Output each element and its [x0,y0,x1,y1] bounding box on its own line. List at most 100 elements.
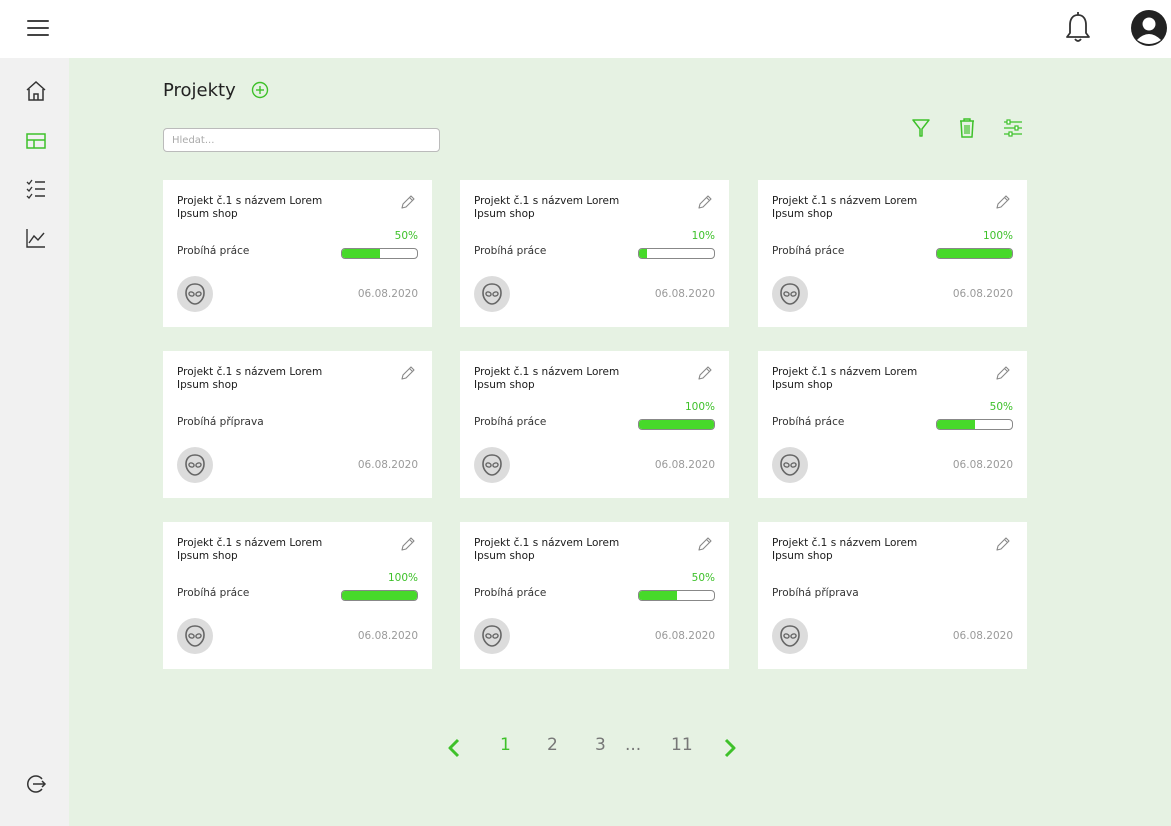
home-icon[interactable] [25,80,47,102]
project-card[interactable]: Projekt č.1 s názvem Lorem Ipsum shop Pro… [163,351,432,498]
alien-avatar-icon [474,447,510,483]
pencil-edit-icon[interactable] [697,194,713,210]
project-date: 06.08.2020 [654,288,715,300]
page-title: Projekty [163,80,236,101]
alien-avatar-icon [772,447,808,483]
progress-percent: 100% [982,230,1013,242]
project-title: Projekt č.1 s názvem Lorem Ipsum shop [772,366,918,391]
project-card[interactable]: Projekt č.1 s názvem Lorem Ipsum shop 100… [758,180,1027,327]
chevron-left-icon[interactable] [447,738,461,758]
project-status: Probíhá práce [177,245,250,257]
page-link-3[interactable]: 3 [595,735,606,755]
project-status: Probíhá příprava [772,587,859,599]
project-card[interactable]: Projekt č.1 s názvem Lorem Ipsum shop 100… [163,522,432,669]
page-link-2[interactable]: 2 [547,735,558,755]
logout-icon[interactable] [25,773,47,795]
pencil-edit-icon[interactable] [697,536,713,552]
project-status: Probíhá práce [474,416,547,428]
project-date: 06.08.2020 [952,630,1013,642]
project-date: 06.08.2020 [357,630,418,642]
progress-bar [341,248,418,259]
alien-avatar-icon [177,447,213,483]
progress-percent: 100% [684,401,715,413]
project-title: Projekt č.1 s názvem Lorem Ipsum shop [177,195,323,220]
project-title: Projekt č.1 s názvem Lorem Ipsum shop [474,537,620,562]
project-title: Projekt č.1 s názvem Lorem Ipsum shop [772,537,918,562]
project-date: 06.08.2020 [654,630,715,642]
progress-percent: 100% [387,572,418,584]
project-card[interactable]: Projekt č.1 s názvem Lorem Ipsum shop 50%… [460,522,729,669]
project-card[interactable]: Projekt č.1 s názvem Lorem Ipsum shop 50%… [163,180,432,327]
project-date: 06.08.2020 [357,459,418,471]
progress-percent: 50% [691,572,715,584]
user-avatar-icon[interactable] [1131,10,1167,46]
project-title: Projekt č.1 s názvem Lorem Ipsum shop [177,366,323,391]
progress-bar-fill [937,420,975,429]
project-status: Probíhá příprava [177,416,264,428]
project-date: 06.08.2020 [357,288,418,300]
hamburger-icon[interactable] [27,20,49,38]
plus-circle-icon[interactable] [251,81,269,99]
project-title: Projekt č.1 s názvem Lorem Ipsum shop [474,366,620,391]
project-date: 06.08.2020 [654,459,715,471]
project-date: 06.08.2020 [952,288,1013,300]
progress-bar-fill [639,591,677,600]
sidebar [0,58,69,826]
settings-sliders-icon[interactable] [1002,117,1024,139]
progress-bar-fill [342,249,380,258]
progress-bar [638,419,715,430]
pagination: 1 2 3 ... 11 [447,735,747,761]
progress-bar [341,590,418,601]
filter-icon[interactable] [910,117,932,139]
pencil-edit-icon[interactable] [995,536,1011,552]
progress-bar [638,248,715,259]
project-card[interactable]: Projekt č.1 s názvem Lorem Ipsum shop Pro… [758,522,1027,669]
project-title: Projekt č.1 s názvem Lorem Ipsum shop [474,195,620,220]
page-link-11[interactable]: 11 [671,735,693,755]
chart-line-icon[interactable] [25,227,47,249]
progress-bar-fill [639,420,714,429]
page-ellipsis: ... [625,735,642,755]
dashboard-layout-icon[interactable] [25,130,47,152]
pencil-edit-icon[interactable] [400,194,416,210]
project-card[interactable]: Projekt č.1 s názvem Lorem Ipsum shop 50%… [758,351,1027,498]
progress-percent: 50% [989,401,1013,413]
project-status: Probíhá práce [177,587,250,599]
alien-avatar-icon [772,276,808,312]
progress-bar-fill [639,249,647,258]
bell-icon[interactable] [1065,11,1091,45]
trash-icon[interactable] [956,117,978,139]
main-content: Projekty Projekt č.1 s názvem Lorem Ipsu… [69,58,1171,826]
progress-bar-fill [342,591,417,600]
pencil-edit-icon[interactable] [995,365,1011,381]
project-status: Probíhá práce [474,245,547,257]
checklist-icon[interactable] [25,178,47,200]
alien-avatar-icon [474,618,510,654]
page-link-1[interactable]: 1 [500,735,511,755]
alien-avatar-icon [177,276,213,312]
progress-bar-fill [937,249,1012,258]
project-status: Probíhá práce [772,416,845,428]
pencil-edit-icon[interactable] [400,365,416,381]
progress-bar [936,419,1013,430]
project-title: Projekt č.1 s názvem Lorem Ipsum shop [177,537,323,562]
pencil-edit-icon[interactable] [400,536,416,552]
progress-bar [638,590,715,601]
project-status: Probíhá práce [772,245,845,257]
alien-avatar-icon [177,618,213,654]
project-status: Probíhá práce [474,587,547,599]
project-card[interactable]: Projekt č.1 s názvem Lorem Ipsum shop 100… [460,351,729,498]
alien-avatar-icon [474,276,510,312]
progress-percent: 10% [691,230,715,242]
chevron-right-icon[interactable] [723,738,737,758]
project-title: Projekt č.1 s názvem Lorem Ipsum shop [772,195,918,220]
pencil-edit-icon[interactable] [995,194,1011,210]
pencil-edit-icon[interactable] [697,365,713,381]
top-bar [0,0,1171,58]
project-card[interactable]: Projekt č.1 s názvem Lorem Ipsum shop 10%… [460,180,729,327]
search-input[interactable] [163,128,440,152]
progress-bar [936,248,1013,259]
alien-avatar-icon [772,618,808,654]
progress-percent: 50% [394,230,418,242]
project-date: 06.08.2020 [952,459,1013,471]
